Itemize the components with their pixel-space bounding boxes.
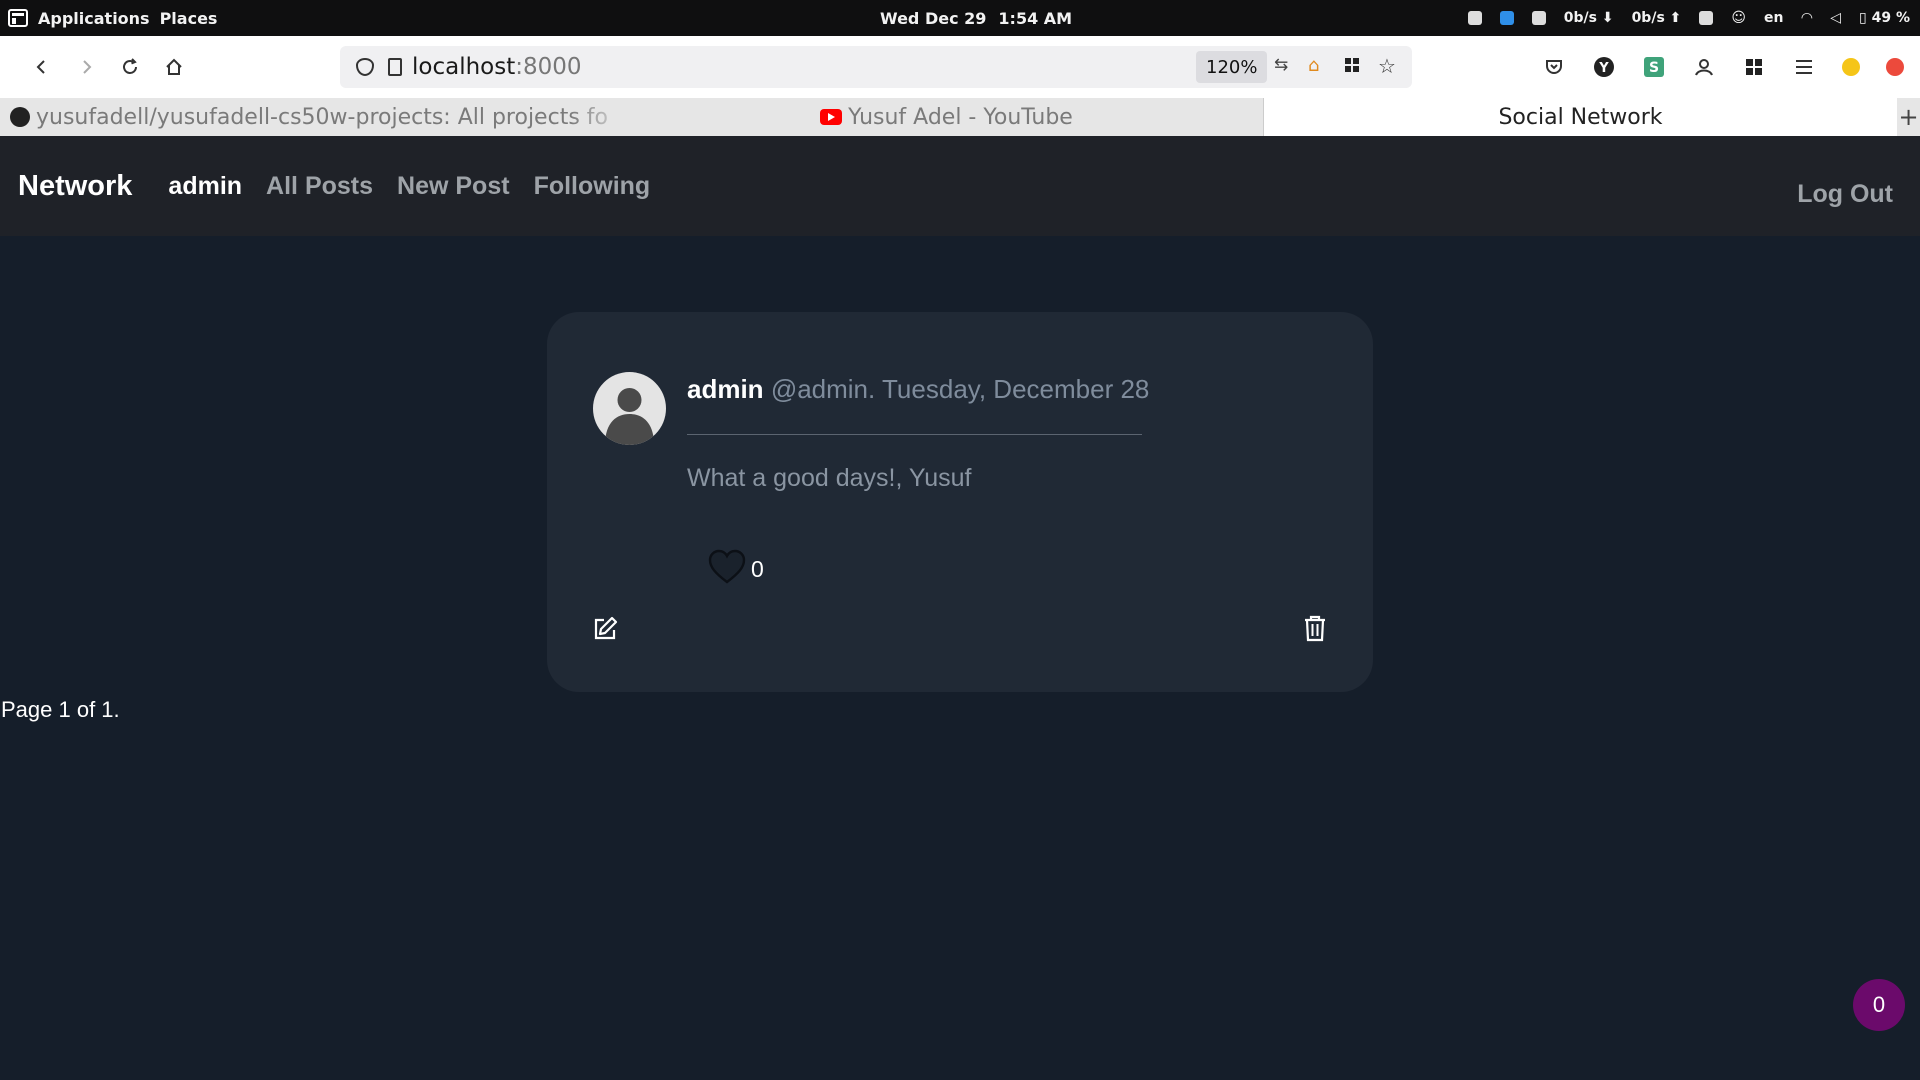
nav-following[interactable]: Following bbox=[534, 172, 651, 201]
clock-date: Wed Dec 29 bbox=[880, 8, 987, 28]
delete-post-button[interactable] bbox=[1303, 614, 1327, 642]
tab-strip: yusufadell/yusufadell-cs50w-projects: Al… bbox=[0, 98, 1920, 136]
applications-menu[interactable]: Applications bbox=[38, 9, 150, 28]
accessibility-icon[interactable]: ☺ bbox=[1731, 10, 1746, 26]
url-host: localhost bbox=[412, 54, 516, 80]
folder-icon[interactable] bbox=[1499, 11, 1514, 25]
os-top-bar: Applications Places Wed Dec 29 1:54 AM 0… bbox=[0, 0, 1920, 36]
address-bar[interactable]: localhost:8000 120% ⇆ ⌂ ☆ bbox=[340, 46, 1412, 88]
youtube-icon bbox=[820, 109, 843, 125]
edit-icon bbox=[594, 616, 618, 640]
site-navbar: Network admin All Posts New Post Followi… bbox=[0, 136, 1920, 236]
post-card: admin @admin. Tuesday, December 28 What … bbox=[547, 312, 1373, 692]
pocket-icon[interactable] bbox=[1542, 55, 1566, 79]
logout-link[interactable]: Log Out bbox=[1797, 180, 1893, 209]
tracking-shield-icon[interactable] bbox=[356, 58, 374, 76]
y-extension-icon[interactable]: Y bbox=[1592, 55, 1616, 79]
nav-all-posts[interactable]: All Posts bbox=[266, 172, 373, 201]
forward-icon[interactable] bbox=[68, 49, 104, 85]
translate-icon[interactable]: ⇆ bbox=[1274, 55, 1292, 75]
svg-text:S: S bbox=[1649, 60, 1659, 76]
places-menu[interactable]: Places bbox=[160, 9, 218, 28]
tab-youtube-label: Yusuf Adel - YouTube bbox=[848, 104, 1073, 130]
hamburger-menu-icon[interactable] bbox=[1792, 55, 1816, 79]
trash-icon bbox=[1305, 615, 1325, 642]
apps-grid-icon[interactable] bbox=[1344, 57, 1362, 75]
brand-link[interactable]: Network bbox=[18, 170, 132, 203]
nav-profile-admin[interactable]: admin bbox=[168, 172, 242, 201]
apps-menu-icon[interactable] bbox=[8, 9, 28, 27]
post-author[interactable]: admin bbox=[687, 374, 764, 404]
account-icon[interactable] bbox=[1692, 55, 1716, 79]
s-extension-icon[interactable]: S bbox=[1642, 55, 1666, 79]
like-button[interactable] bbox=[707, 548, 747, 586]
page-info-icon[interactable] bbox=[388, 58, 402, 76]
display-icon[interactable] bbox=[1699, 11, 1714, 25]
pagination-status: Page 1 of 1. bbox=[1, 697, 120, 722]
wifi-icon[interactable]: ◠ bbox=[1801, 10, 1812, 26]
new-tab-plus-icon[interactable]: + bbox=[1897, 98, 1920, 136]
tab-github[interactable]: yusufadell/yusufadell-cs50w-projects: Al… bbox=[0, 98, 630, 136]
url-port: :8000 bbox=[515, 54, 582, 80]
post-divider bbox=[687, 434, 1142, 435]
minimize-window-button[interactable] bbox=[1842, 58, 1860, 76]
net-download-speed: 0b/s ⬇ bbox=[1563, 10, 1614, 26]
volume-icon[interactable]: ◁ bbox=[1830, 10, 1841, 26]
nav-new-post[interactable]: New Post bbox=[397, 172, 510, 201]
edit-post-button[interactable] bbox=[592, 616, 618, 642]
clock[interactable]: Wed Dec 29 1:54 AM bbox=[880, 0, 1072, 36]
post-handle: @admin. bbox=[770, 374, 876, 404]
reload-icon[interactable] bbox=[112, 49, 148, 85]
github-icon bbox=[10, 107, 30, 127]
back-icon[interactable] bbox=[24, 49, 60, 85]
browser-toolbar: localhost:8000 120% ⇆ ⌂ ☆ Y S bbox=[0, 36, 1920, 98]
clipboard-icon[interactable] bbox=[1531, 11, 1546, 25]
battery-indicator[interactable]: ▯ 49 % bbox=[1859, 10, 1910, 26]
tab-social-network[interactable]: Social Network bbox=[1263, 98, 1897, 136]
heart-icon bbox=[708, 549, 746, 584]
tab-github-label: yusufadell/yusufadell-cs50w-projects: Al… bbox=[36, 104, 608, 130]
home-icon[interactable] bbox=[156, 49, 192, 85]
tab-social-network-label: Social Network bbox=[1498, 104, 1663, 130]
avatar[interactable] bbox=[593, 372, 666, 445]
clock-time: 1:54 AM bbox=[998, 8, 1073, 28]
net-upload-speed: 0b/s ⬆ bbox=[1631, 10, 1682, 26]
close-window-button[interactable] bbox=[1886, 58, 1904, 76]
post-date: Tuesday, December 28 bbox=[882, 374, 1150, 404]
tray-app-icon[interactable] bbox=[1467, 11, 1482, 25]
extensions-grid-icon[interactable] bbox=[1742, 55, 1766, 79]
language-indicator[interactable]: en bbox=[1764, 10, 1783, 26]
extension-home-icon[interactable]: ⌂ bbox=[1308, 55, 1326, 76]
tab-youtube[interactable]: Yusuf Adel - YouTube bbox=[630, 98, 1263, 136]
post-header: admin @admin. Tuesday, December 28 bbox=[687, 374, 1149, 405]
like-count: 0 bbox=[751, 556, 764, 582]
bookmark-star-icon[interactable]: ☆ bbox=[1378, 54, 1396, 78]
notification-badge[interactable]: 0 bbox=[1853, 979, 1905, 1031]
svg-text:Y: Y bbox=[1598, 61, 1609, 76]
zoom-level[interactable]: 120% bbox=[1196, 51, 1268, 83]
post-content: What a good days!, Yusuf bbox=[687, 464, 972, 492]
